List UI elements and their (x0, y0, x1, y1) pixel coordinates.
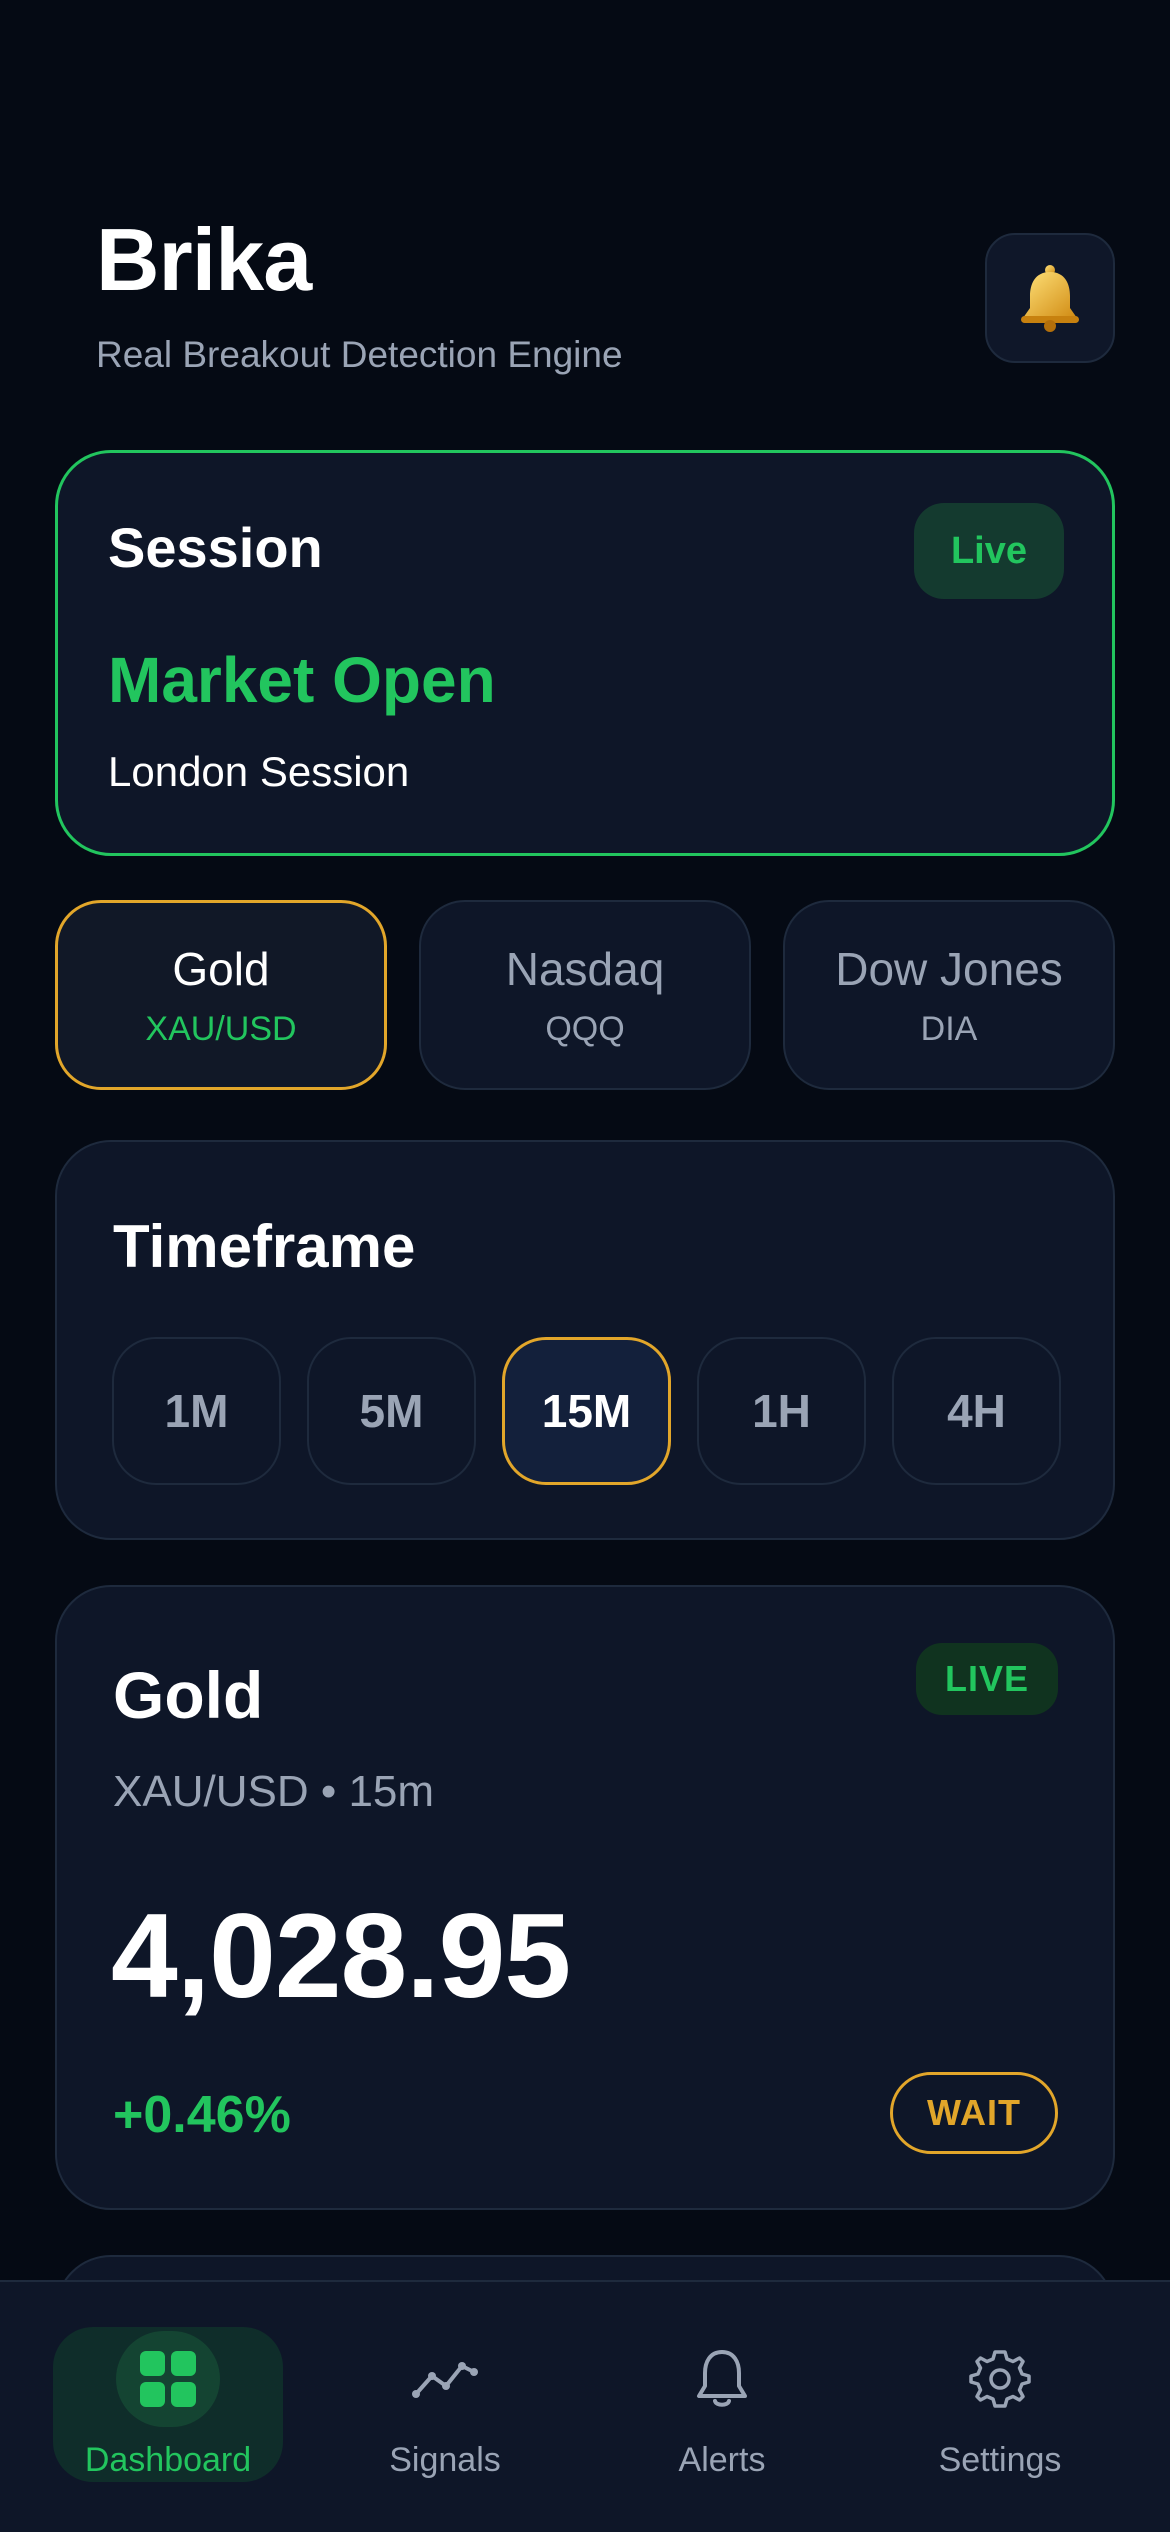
instrument-name: Gold (172, 942, 270, 995)
current-price: 4,028.95 (111, 1889, 571, 2023)
instrument-symbol: QQQ (545, 1009, 625, 1048)
nav-label: Dashboard (84, 2441, 252, 2479)
instrument-gold[interactable]: Gold XAU/USD (55, 900, 387, 1090)
timeframe-4h-button[interactable]: 4H (892, 1337, 1061, 1485)
session-card: Session Live Market Open London Session (55, 450, 1115, 856)
signal-status-badge: WAIT (890, 2072, 1058, 2154)
nav-label: Settings (938, 2441, 1062, 2479)
dashboard-screen: Brika Real Breakout Detection Engine Ses… (0, 0, 1170, 2532)
timeframe-title: Timeframe (113, 1213, 416, 1280)
nav-signals[interactable]: Signals (330, 2327, 560, 2482)
signals-line-icon (412, 2362, 478, 2398)
app-header: Brika Real Breakout Detection Engine (96, 210, 623, 376)
session-live-badge: Live (914, 503, 1064, 599)
nav-label: Alerts (678, 2441, 766, 2479)
bottom-navigation: Dashboard Signals Alerts Settings (0, 2280, 1170, 2532)
timeframe-options: 1M 5M 15M 1H 4H (112, 1337, 1061, 1485)
bell-outline-icon (697, 2350, 747, 2407)
nav-icon-wrap (393, 2331, 497, 2427)
price-card[interactable]: Gold LIVE XAU/USD • 15m 4,028.95 +0.46% … (55, 1585, 1115, 2210)
nav-settings[interactable]: Settings (885, 2327, 1115, 2482)
nav-icon-wrap (948, 2331, 1052, 2427)
instrument-name: Dow Jones (835, 942, 1063, 995)
timeframe-1h-button[interactable]: 1H (697, 1337, 866, 1485)
nav-alerts[interactable]: Alerts (607, 2327, 837, 2482)
bell-icon (1021, 265, 1079, 332)
timeframe-15m-button[interactable]: 15M (502, 1337, 671, 1485)
notifications-button[interactable] (985, 233, 1115, 363)
nav-icon-wrap (116, 2331, 220, 2427)
dashboard-grid-icon (140, 2351, 196, 2407)
price-live-badge: LIVE (916, 1643, 1058, 1715)
price-symbol-timeframe: XAU/USD • 15m (113, 1767, 435, 1816)
app-title: Brika (96, 210, 312, 309)
session-name: London Session (108, 748, 410, 795)
instrument-nasdaq[interactable]: Nasdaq QQQ (419, 900, 751, 1090)
instrument-dow-jones[interactable]: Dow Jones DIA (783, 900, 1115, 1090)
price-change: +0.46% (113, 2086, 291, 2144)
timeframe-card: Timeframe 1M 5M 15M 1H 4H (55, 1140, 1115, 1540)
timeframe-1m-button[interactable]: 1M (112, 1337, 281, 1485)
gear-icon (969, 2350, 1031, 2408)
instrument-symbol: XAU/USD (145, 1009, 297, 1048)
timeframe-5m-button[interactable]: 5M (307, 1337, 476, 1485)
nav-dashboard[interactable]: Dashboard (53, 2327, 283, 2482)
instrument-name: Nasdaq (505, 942, 665, 995)
session-title: Session (108, 516, 323, 579)
price-instrument-name: Gold (113, 1658, 264, 1732)
instrument-symbol: DIA (920, 1009, 978, 1048)
market-status: Market Open (108, 644, 496, 716)
app-subtitle: Real Breakout Detection Engine (96, 334, 623, 375)
nav-icon-wrap (670, 2331, 774, 2427)
nav-label: Signals (389, 2441, 501, 2479)
